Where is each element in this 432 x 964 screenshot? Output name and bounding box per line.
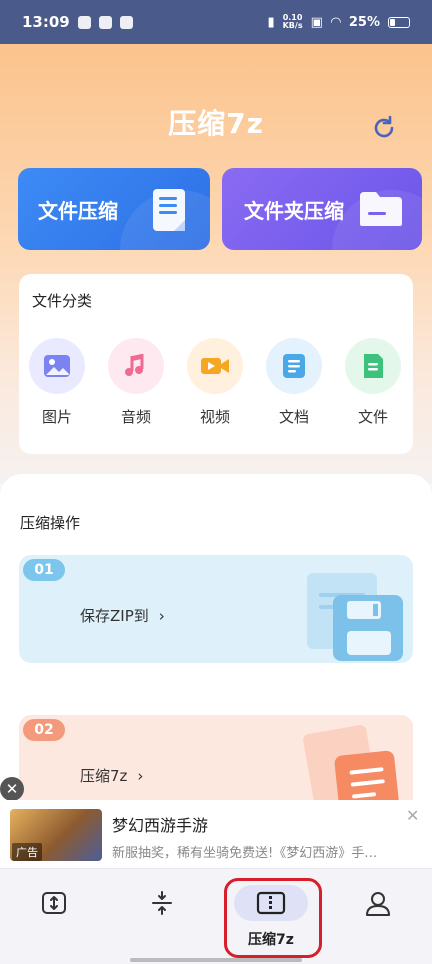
category-document[interactable]: 文档 bbox=[264, 338, 324, 427]
category-label: 音频 bbox=[120, 408, 151, 426]
folder-compress-button[interactable]: 文件夹压缩 bbox=[222, 168, 422, 250]
bottom-nav: 压缩7z bbox=[0, 868, 432, 964]
chevron-right-icon: › bbox=[137, 766, 144, 785]
file-compress-button[interactable]: 文件压缩 bbox=[18, 168, 210, 250]
highlight-annotation bbox=[224, 878, 322, 958]
music-icon bbox=[125, 354, 144, 376]
file-category-panel: 文件分类 图片 音频 视频 文档 文件 bbox=[19, 274, 413, 454]
compress-7z-label: 压缩7z › bbox=[80, 766, 144, 786]
category-label: 文档 bbox=[278, 408, 309, 426]
wifi-icon: ◠ bbox=[330, 14, 341, 30]
folder-compress-label: 文件夹压缩 bbox=[244, 198, 344, 223]
category-label: 文件 bbox=[357, 408, 388, 426]
category-file[interactable]: 文件 bbox=[343, 338, 403, 427]
nav-item-profile[interactable] bbox=[338, 885, 418, 921]
step-badge: 02 bbox=[23, 719, 65, 741]
vibrate-icon: ▮ bbox=[267, 14, 275, 30]
save-zip-card[interactable]: 01 保存ZIP到 › bbox=[19, 555, 413, 663]
nav-item-compress[interactable] bbox=[122, 885, 202, 921]
ad-title: 梦幻西游手游 bbox=[112, 816, 209, 835]
chevron-right-icon: › bbox=[158, 606, 165, 625]
status-time: 13:09 bbox=[22, 13, 70, 31]
notification-icon bbox=[98, 15, 112, 29]
sim-icon: ▣ bbox=[310, 14, 323, 30]
home-indicator bbox=[130, 958, 302, 962]
close-icon[interactable]: ✕ bbox=[406, 806, 419, 825]
document-icon bbox=[283, 354, 305, 378]
document-icon bbox=[153, 189, 185, 231]
category-audio[interactable]: 音频 bbox=[106, 338, 166, 427]
category-label: 视频 bbox=[199, 408, 230, 426]
image-icon bbox=[44, 355, 70, 377]
user-icon bbox=[366, 892, 390, 916]
operations-title: 压缩操作 bbox=[20, 514, 81, 532]
ad-close-button[interactable]: ✕ bbox=[0, 777, 24, 801]
video-icon bbox=[201, 358, 229, 374]
status-bar: 13:09 ▮ 0.10 KB/s ▣ ◠ 25% bbox=[0, 0, 432, 44]
category-video[interactable]: 视频 bbox=[185, 338, 245, 427]
save-zip-label: 保存ZIP到 › bbox=[80, 606, 165, 626]
resize-icon bbox=[42, 892, 66, 914]
battery-percent: 25% bbox=[348, 14, 380, 30]
folder-icon bbox=[360, 192, 402, 226]
notification-icon bbox=[77, 15, 91, 29]
category-label: 图片 bbox=[41, 408, 72, 426]
ad-description: 新服抽奖，稀有坐骑免费送!《梦幻西游》手… bbox=[112, 846, 378, 861]
compress-icon bbox=[152, 891, 172, 915]
nav-item-resize[interactable] bbox=[14, 885, 94, 921]
ad-banner[interactable]: 广告 梦幻西游手游 新服抽奖，稀有坐骑免费送!《梦幻西游》手… ✕ bbox=[0, 800, 432, 866]
battery-icon bbox=[388, 16, 410, 28]
notification-icon bbox=[119, 15, 133, 29]
step-badge: 01 bbox=[23, 559, 65, 581]
category-title: 文件分类 bbox=[32, 292, 93, 310]
page-title: 压缩7z bbox=[168, 107, 264, 140]
network-speed: 0.10 KB/s bbox=[282, 13, 303, 30]
refresh-icon[interactable] bbox=[370, 114, 398, 142]
save-disk-icon bbox=[307, 573, 403, 661]
category-image[interactable]: 图片 bbox=[27, 338, 87, 427]
ad-tag: 广告 bbox=[12, 843, 42, 861]
file-compress-label: 文件压缩 bbox=[38, 198, 118, 223]
file-icon bbox=[364, 354, 383, 378]
